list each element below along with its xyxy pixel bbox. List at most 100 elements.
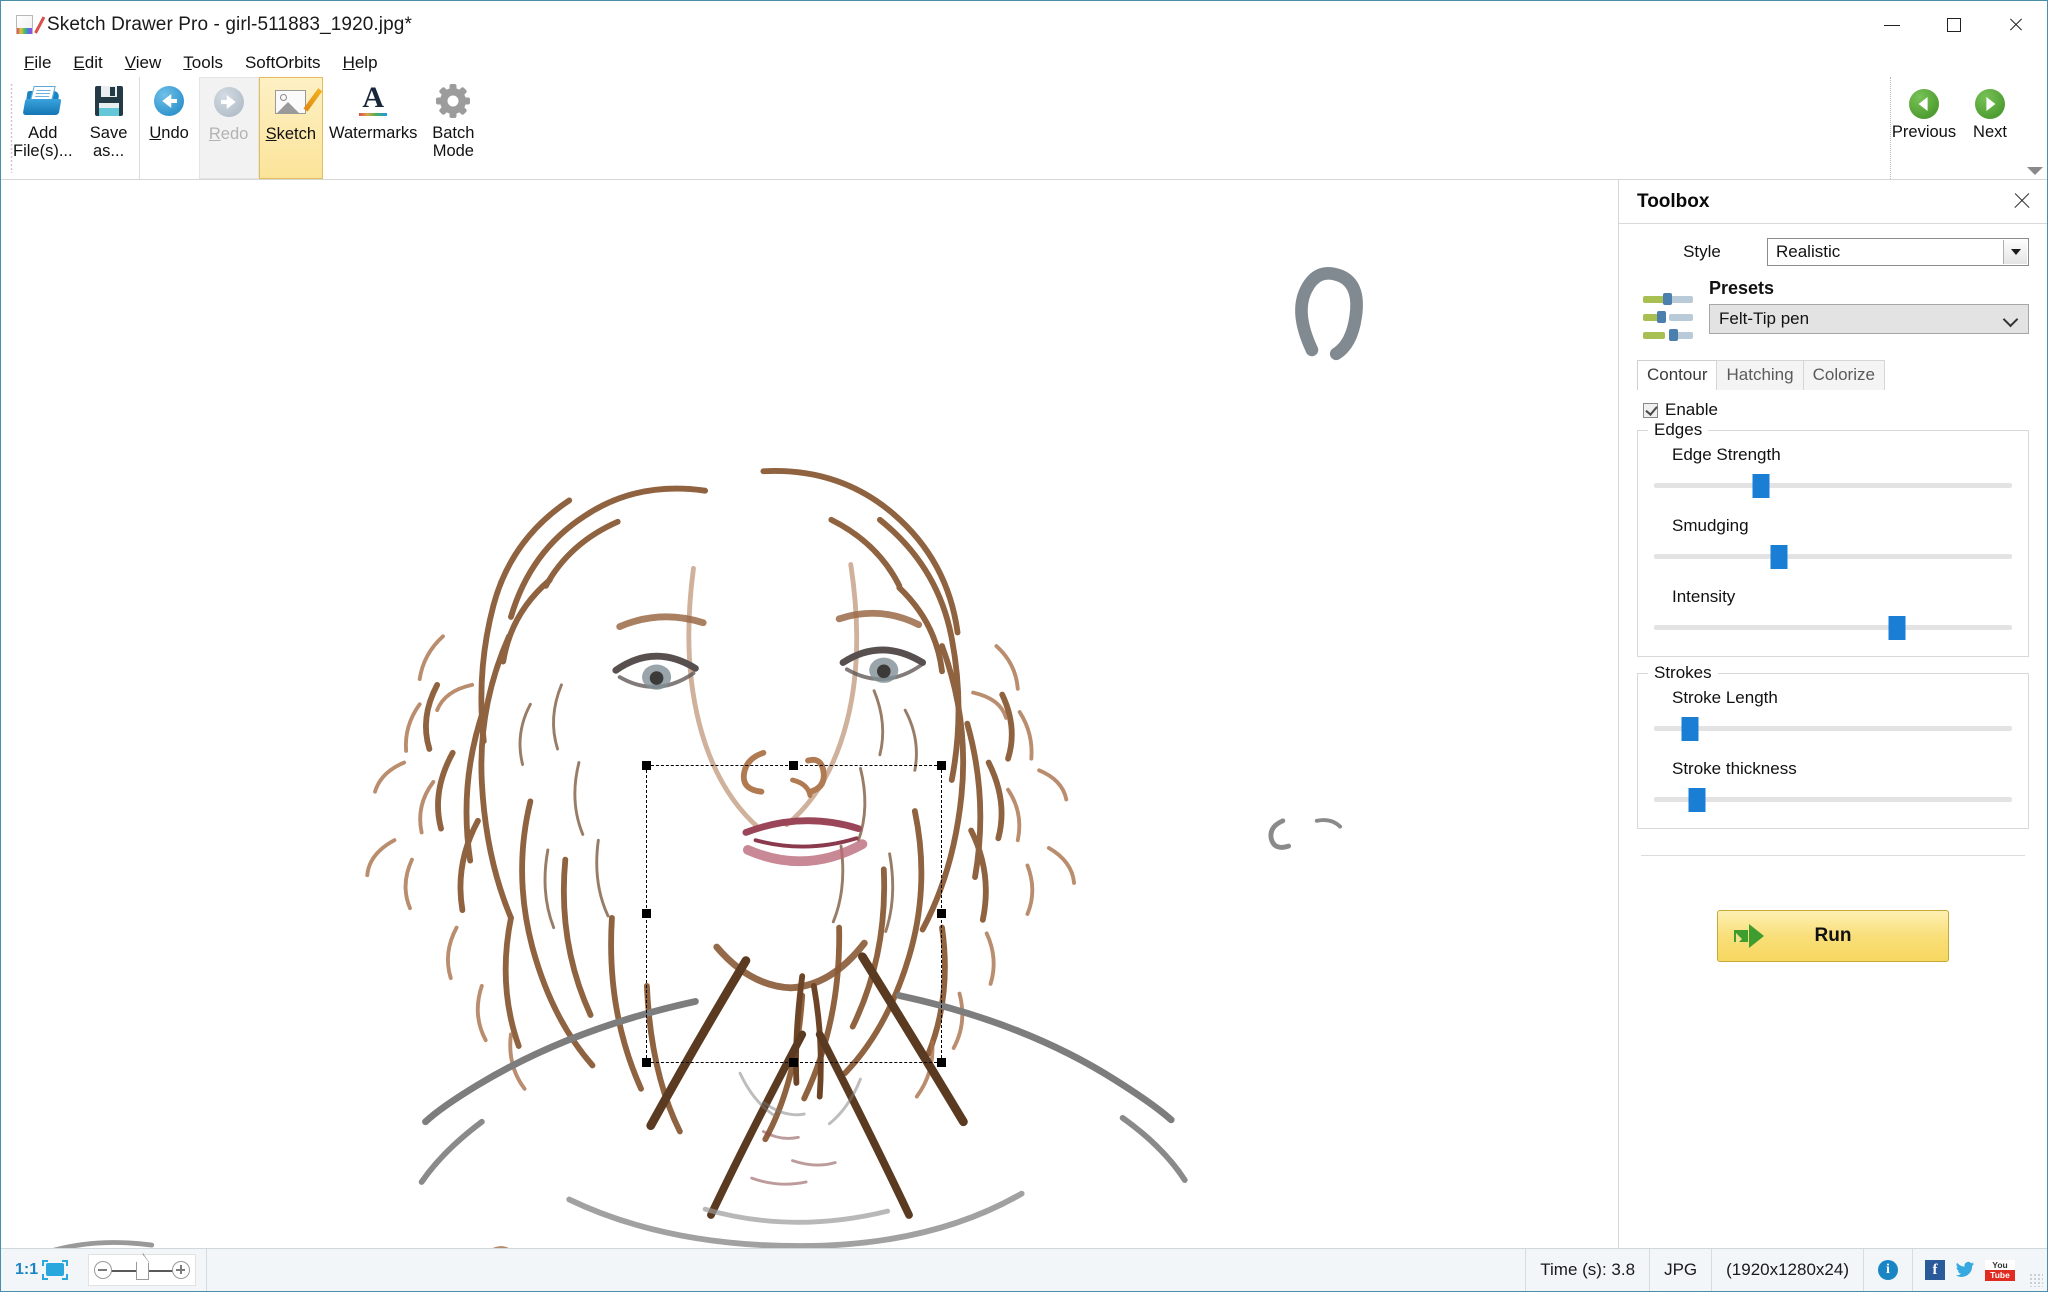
resize-grip[interactable] [2029, 1273, 2043, 1287]
application-window: Sketch Drawer Pro - girl-511883_1920.jpg… [0, 0, 2048, 1292]
youtube-bottom-label: Tube [1985, 1269, 2015, 1281]
close-icon[interactable] [2011, 190, 2033, 212]
menu-tools[interactable]: Tools [172, 51, 234, 75]
save-as-button[interactable]: Save as... [79, 77, 139, 179]
tab-colorize[interactable]: Colorize [1802, 360, 1885, 390]
undo-button[interactable]: Undo [138, 77, 199, 179]
presets-select[interactable]: Felt-Tip pen [1709, 304, 2029, 334]
menu-file-rest: ile [34, 53, 52, 72]
strokes-group-title: Strokes [1648, 663, 1718, 683]
close-button[interactable] [1985, 1, 2047, 49]
stroke-length-slider[interactable] [1654, 717, 2012, 741]
presets-title: Presets [1709, 278, 1775, 298]
minimize-button[interactable] [1861, 1, 1923, 49]
menu-view-rest: iew [135, 53, 162, 72]
redo-arrow-icon [210, 83, 248, 121]
slider-thumb[interactable] [1752, 474, 1770, 498]
run-area: Run [1637, 856, 2029, 962]
slider-thumb[interactable] [1681, 717, 1699, 741]
history-group: Undo Redo [138, 77, 259, 179]
watermarks-button[interactable]: A Watermarks [323, 77, 423, 179]
redo-button: Redo [198, 77, 259, 179]
run-button[interactable]: Run [1717, 910, 1949, 962]
presets-value: Felt-Tip pen [1719, 309, 1810, 328]
sketch-image-icon [272, 83, 323, 121]
sketch-portrait-artwork [52, 267, 1363, 1248]
twitter-icon[interactable] [1954, 1260, 1976, 1280]
format-cell: JPG [1650, 1249, 1713, 1291]
menu-bar: File Edit View Tools SoftOrbits Help [1, 49, 2047, 77]
maximize-button[interactable] [1923, 1, 1985, 49]
intensity-label: Intensity [1672, 587, 1736, 606]
info-cell[interactable]: i [1864, 1249, 1913, 1291]
social-links: f You Tube [1913, 1249, 2027, 1291]
fit-to-window-icon[interactable] [42, 1260, 69, 1280]
sliders-icon [1643, 292, 1699, 344]
time-cell: Time (s): 3.8 [1526, 1249, 1651, 1291]
next-button[interactable]: Next [1957, 77, 2023, 179]
app-icon [15, 14, 46, 36]
chevron-down-icon[interactable] [2003, 240, 2027, 264]
zoom-in-icon[interactable] [172, 1261, 191, 1279]
status-spacer [207, 1249, 1527, 1291]
watermarks-label: Watermarks [329, 124, 418, 142]
image-canvas[interactable] [1, 180, 1619, 1248]
sketch-label: Sketch [265, 125, 317, 143]
smudging-label: Smudging [1672, 516, 1749, 535]
edges-group: Edges Edge Strength Smudging Intensity [1637, 420, 2029, 657]
presets-row: Presets Felt-Tip pen [1637, 278, 2029, 344]
zoom-out-icon[interactable] [94, 1261, 113, 1279]
info-icon[interactable]: i [1878, 1260, 1898, 1280]
ribbon-expander-icon[interactable] [2027, 167, 2043, 175]
stroke-thickness-label: Stroke thickness [1672, 759, 1797, 778]
toolbar-ribbon: Add File(s)... Save as... Undo Redo Sket… [1, 77, 2047, 180]
slider-thumb[interactable] [1888, 616, 1906, 640]
smudging-slider[interactable] [1654, 545, 2012, 569]
add-files-label: Add File(s)... [13, 124, 73, 161]
menu-help[interactable]: Help [332, 51, 389, 75]
style-row: Style Realistic [1637, 238, 2029, 266]
zoom-slider[interactable] [88, 1253, 197, 1286]
enable-checkbox[interactable] [1643, 402, 1658, 418]
chevron-down-icon [2002, 311, 2019, 328]
enable-row[interactable]: Enable [1643, 400, 2029, 420]
edge-strength-slider[interactable] [1654, 474, 2012, 498]
style-value: Realistic [1776, 242, 1841, 261]
arrow-left-circle-icon [1909, 89, 1939, 119]
slider-thumb[interactable] [1770, 545, 1788, 569]
slider-track [1654, 726, 2012, 731]
batch-mode-button[interactable]: Batch Mode [423, 77, 483, 179]
menu-view[interactable]: View [114, 51, 173, 75]
menu-file[interactable]: File [13, 51, 62, 75]
zoom-slider-handle[interactable] [136, 1253, 150, 1280]
add-files-button[interactable]: Add File(s)... [7, 77, 79, 179]
menu-softorbits[interactable]: SoftOrbits [234, 51, 332, 75]
intensity-slider[interactable] [1654, 616, 2012, 640]
style-select[interactable]: Realistic [1767, 238, 2029, 266]
youtube-icon[interactable]: You Tube [1985, 1259, 2015, 1281]
status-bar: 1:1 Time (s): 3.8 JPG (1920x1280x24) i f [1, 1248, 2047, 1291]
tab-hatching[interactable]: Hatching [1716, 360, 1804, 390]
toolbox-header: Toolbox [1619, 180, 2047, 224]
toolbox-panel: Toolbox Style Realistic Presets Felt-Tip… [1619, 180, 2047, 1248]
slider-track [1654, 483, 2012, 488]
previous-button[interactable]: Previous [1891, 77, 1957, 179]
facebook-icon[interactable]: f [1925, 1260, 1945, 1280]
sketch-button[interactable]: Sketch [258, 77, 324, 179]
stroke-thickness-slider[interactable] [1654, 788, 2012, 812]
dimensions-cell: (1920x1280x24) [1712, 1249, 1864, 1291]
arrow-right-circle-icon [1975, 89, 2005, 119]
tab-contour[interactable]: Contour [1637, 360, 1718, 390]
slider-thumb[interactable] [1688, 788, 1706, 812]
floppy-disk-icon [90, 82, 128, 120]
menu-edit[interactable]: Edit [62, 51, 113, 75]
menu-tools-rest: ools [191, 53, 223, 72]
style-label: Style [1683, 242, 1721, 261]
undo-arrow-icon [150, 82, 188, 120]
zoom-ratio-cell[interactable]: 1:1 [1, 1249, 78, 1291]
redo-label: Redo [208, 125, 249, 143]
title-bar: Sketch Drawer Pro - girl-511883_1920.jpg… [1, 1, 2047, 49]
open-folder-icon [22, 82, 62, 120]
save-as-label: Save as... [89, 124, 128, 161]
undo-label: Undo [149, 124, 189, 142]
